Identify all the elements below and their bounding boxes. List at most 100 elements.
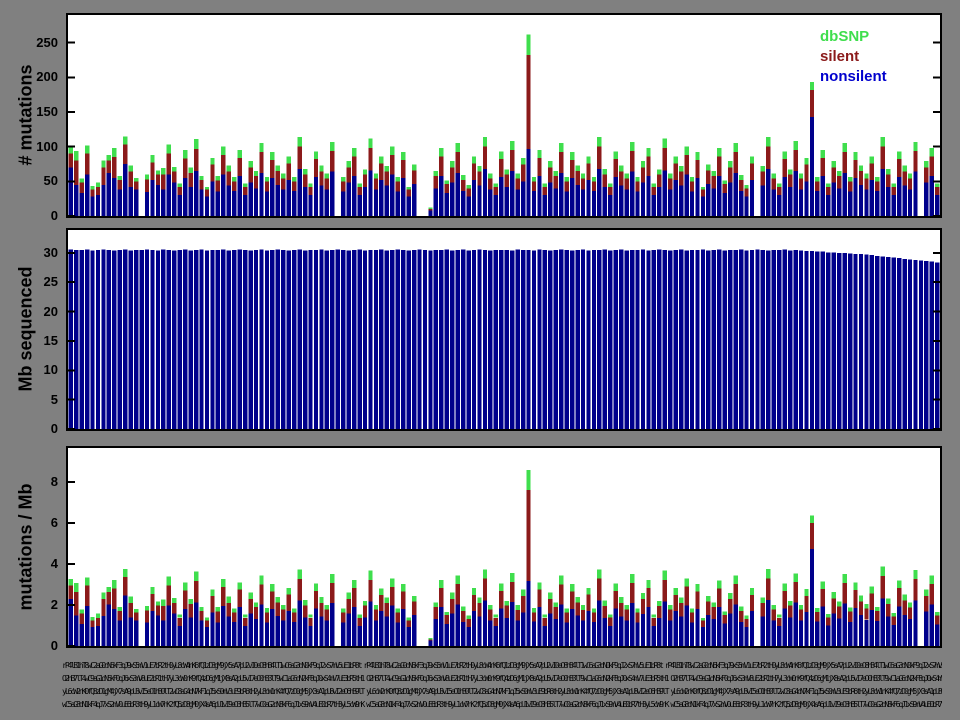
bar-segment [783,159,787,177]
bar-segment [238,249,242,429]
bar-segment [826,617,830,625]
bar-segment [123,145,127,164]
bar-segment [385,251,389,429]
bar-segment [276,165,280,171]
bar-segment [412,170,416,184]
bar-segment [810,90,814,117]
bar-segment [287,611,291,646]
bar-segment [188,187,192,216]
bar-segment [624,190,628,216]
bar-segment [690,192,694,216]
bar-segment [216,250,220,429]
bar-segment [167,145,171,154]
bar-segment [684,155,688,174]
bar-segment [314,152,318,160]
bar-segment [684,606,688,647]
bar-segment [810,117,814,216]
bar-segment [227,165,231,171]
bar-segment [630,603,634,646]
bar-segment [717,156,721,175]
bar-segment [461,175,465,180]
bar-segment [96,614,100,618]
bar-segment [248,614,252,646]
bar-segment [357,249,361,429]
bar-segment [357,618,361,626]
bar-segment [134,190,138,216]
bar-segment [434,250,438,429]
bar-segment [892,195,896,216]
bar-segment [570,152,574,160]
bar-segment [859,601,863,615]
bar-segment [363,174,367,186]
bar-segment [74,151,78,161]
bar-segment [379,611,383,646]
bar-segment [766,169,770,216]
bar-segment [281,250,285,429]
bar-segment [123,569,127,577]
bar-segment [238,158,242,176]
bar-segment [134,609,138,612]
bar-segment [134,612,138,620]
bar-segment [243,183,247,186]
bar-segment [183,158,187,177]
bar-segment [777,614,781,617]
bar-segment [227,172,231,186]
bar-segment [815,181,819,191]
bar-segment [728,593,732,599]
bar-segment [314,250,318,429]
bar-segment [739,180,743,191]
bar-segment [565,181,569,191]
bar-segment [695,584,699,591]
bar-segment [652,250,656,429]
bar-segment [793,150,797,171]
bar-segment [515,179,519,190]
bar-segment [892,613,896,617]
bar-segment [396,249,400,429]
bar-segment [287,156,291,163]
bar-segment [592,250,596,429]
bar-segment [848,253,852,429]
bar-segment [554,188,558,216]
bar-segment [96,626,100,646]
bar-segment [308,250,312,429]
bar-segment [445,181,449,184]
bar-segment [837,619,841,646]
bar-segment [456,604,460,646]
bar-segment [472,588,476,595]
bar-segment [614,591,618,608]
bar-segment [352,148,356,156]
bar-segment [101,185,105,216]
bar-segment [401,160,405,178]
bar-segment [385,616,389,646]
bar-segment [510,573,514,582]
bar-segment [319,165,323,171]
bar-segment [554,602,558,607]
bar-segment [178,187,182,195]
bar-segment [221,606,225,646]
bar-segment [221,174,225,216]
bar-segment [630,250,634,429]
bar-segment [292,612,296,621]
bar-segment [859,596,863,602]
bar-segment [902,259,906,429]
bar-segment [129,603,133,618]
bar-segment [565,622,569,646]
bar-segment [630,151,634,172]
bar-segment [69,249,73,429]
bar-segment [864,174,868,179]
bar-segment [750,588,754,595]
bar-segment [559,584,563,604]
bar-segment [875,621,879,646]
bar-segment [90,251,94,429]
bar-segment [216,607,220,612]
bar-segment [439,588,443,607]
bar-segment [341,608,345,612]
bar-segment [635,192,639,216]
bar-segment [216,176,220,181]
bar-segment [510,150,514,171]
legend-label-dbsnp: dbSNP [820,28,869,45]
bar-segment [842,604,846,646]
bar-segment [472,250,476,429]
bar-segment [199,611,203,620]
bar-segment [935,262,939,429]
